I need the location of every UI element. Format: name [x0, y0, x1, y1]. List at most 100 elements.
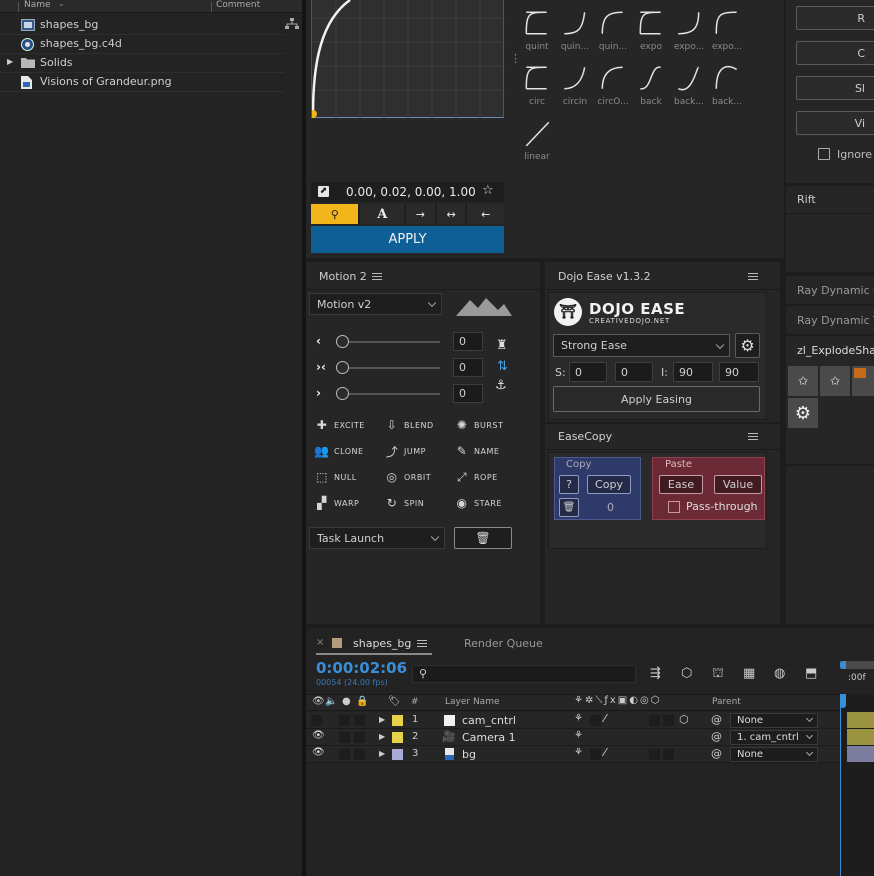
graph-editor-icon[interactable]: ⬒ — [805, 666, 817, 681]
slider-value-field[interactable]: 0 — [453, 358, 483, 377]
layer-row[interactable]: 👁 ▶ 3 bg ⚘ ⁄ @ None — [306, 746, 840, 763]
easing-preset[interactable]: expo — [634, 6, 668, 58]
script-button-3[interactable]: Sl — [796, 76, 874, 100]
col-parent[interactable]: Parent — [712, 697, 741, 707]
label-tag-icon[interactable]: 🏷 — [388, 696, 401, 707]
project-item[interactable]: Visions of Grandeur.png — [0, 73, 285, 92]
tool-rope-button[interactable]: ⤢ ROPE — [455, 470, 498, 484]
trash-button[interactable]: 🗑 — [454, 527, 512, 549]
close-tab-icon[interactable]: × — [316, 637, 324, 648]
expand-icon[interactable]: ⬈ — [318, 186, 329, 197]
switch-box[interactable] — [663, 749, 674, 760]
explode-button-3[interactable] — [852, 366, 874, 396]
clear-button[interactable]: 🗑 — [559, 498, 579, 517]
slider-track[interactable] — [336, 393, 440, 395]
slider-thumb[interactable] — [336, 335, 349, 348]
layer-row[interactable]: 👁 ▶ 2 🎥 Camera 1 ⚘ @1. cam_cntrl — [306, 729, 840, 746]
visibility-toggle[interactable] — [311, 715, 322, 726]
project-item[interactable]: shapes_bg.c4d — [0, 35, 285, 54]
tool-warp-button[interactable]: ▞ WARP — [315, 496, 359, 510]
slider-track[interactable] — [336, 367, 440, 369]
switch-box[interactable] — [649, 715, 660, 726]
panel-menu-icon[interactable] — [748, 273, 758, 280]
tool-stare-button[interactable]: ◉ STARE — [455, 496, 502, 510]
easing-preset[interactable]: back — [634, 61, 668, 113]
label-color[interactable] — [392, 732, 403, 743]
project-item[interactable]: ▶ Solids — [0, 54, 285, 73]
frame-blending-icon[interactable]: ▦ — [743, 666, 755, 681]
easing-preset[interactable]: quin... — [596, 6, 630, 58]
pickwhip-icon[interactable]: @ — [711, 713, 722, 726]
text-tool-button[interactable]: A — [360, 204, 405, 224]
ignore-checkbox[interactable] — [818, 148, 830, 160]
label-color[interactable] — [392, 715, 403, 726]
arrow-left-button[interactable]: ← — [467, 204, 504, 224]
dojo-settings-button[interactable]: ⚙ — [735, 333, 760, 358]
switch-box[interactable] — [663, 715, 674, 726]
settings-button[interactable]: ⚙ — [788, 398, 818, 428]
slider-thumb[interactable] — [336, 387, 349, 400]
shy-switch-icon[interactable]: ⚘ — [574, 713, 583, 724]
project-item[interactable]: shapes_bg — [0, 16, 285, 35]
flowchart-icon[interactable] — [285, 18, 299, 30]
easing-preset[interactable]: expo... — [710, 6, 744, 58]
audio-icon[interactable]: 🔈 — [325, 696, 337, 707]
pickwhip-icon[interactable]: @ — [711, 747, 722, 760]
slider-value-field[interactable]: 0 — [453, 332, 483, 351]
lock-icon[interactable]: 🔒 — [356, 696, 368, 707]
parent-select[interactable]: None — [730, 713, 818, 728]
visibility-eye-icon[interactable]: 👁 — [312, 730, 325, 741]
easing-preset[interactable]: linear — [520, 116, 554, 168]
script-button-1[interactable]: R — [796, 6, 874, 30]
panel-menu-icon[interactable] — [372, 273, 382, 280]
eye-icon[interactable]: 👁 — [312, 696, 325, 707]
tab-render-queue[interactable]: Render Queue — [464, 637, 543, 650]
col-comment-header[interactable]: Comment — [216, 0, 260, 10]
slider-thumb[interactable] — [336, 361, 349, 374]
layer-name[interactable]: cam_cntrl — [462, 714, 516, 727]
tab-menu-icon[interactable] — [417, 640, 427, 647]
tool-jump-button[interactable]: ⤴ JUMP — [385, 444, 426, 459]
ease-type-select[interactable]: Strong Ease — [553, 334, 730, 357]
slider-track[interactable] — [336, 341, 440, 343]
flow-apply-button[interactable]: APPLY — [311, 226, 504, 253]
ray-dynamic-text-title[interactable]: Ray Dynamic Te — [797, 314, 874, 327]
explode-button-2[interactable]: ✩ — [820, 366, 850, 396]
tool-orbit-button[interactable]: ◎ ORBIT — [385, 470, 431, 484]
lock-toggle[interactable] — [354, 715, 365, 726]
track-bar-3[interactable] — [847, 746, 874, 762]
tool-null-button[interactable]: ⬚ NULL — [315, 470, 357, 484]
track-bar-2[interactable] — [847, 729, 874, 745]
solo-toggle[interactable] — [339, 749, 350, 760]
easing-preset[interactable]: quin... — [558, 6, 592, 58]
visibility-eye-icon[interactable]: 👁 — [312, 747, 325, 758]
tool-clone-button[interactable]: 👥 CLONE — [314, 444, 364, 458]
comp-flowchart-icon[interactable]: ⇶ — [650, 666, 661, 681]
arrow-both-button[interactable]: ↔ — [436, 204, 466, 224]
copy-button[interactable]: Copy — [587, 475, 631, 494]
s-field-2[interactable]: 0 — [615, 362, 653, 382]
s-field-1[interactable]: 0 — [569, 362, 607, 382]
easing-preset[interactable]: back... — [710, 61, 744, 113]
expand-triangle-icon[interactable]: ▶ — [379, 715, 385, 724]
easing-preset[interactable]: circO... — [596, 61, 630, 113]
shy-switch-icon[interactable]: ⚘ — [574, 730, 583, 741]
paste-value-button[interactable]: Value — [714, 475, 762, 494]
arrow-right-button[interactable]: → — [406, 204, 435, 224]
work-area-start[interactable] — [840, 661, 846, 669]
script-button-2[interactable]: C — [796, 41, 874, 65]
bezier-value[interactable]: 0.00, 0.02, 0.00, 1.00 — [346, 185, 476, 199]
expand-triangle-icon[interactable]: ▶ — [379, 732, 385, 741]
tab-shapes-bg[interactable]: shapes_bg — [353, 637, 411, 650]
layer-name[interactable]: Camera 1 — [462, 731, 516, 744]
draft-3d-icon[interactable]: ⬡ — [681, 666, 692, 681]
tool-excite-button[interactable]: ✚ EXCITE — [315, 418, 365, 432]
help-button[interactable]: ? — [559, 475, 579, 494]
task-launch-select[interactable]: Task Launch — [309, 527, 445, 549]
pass-through-checkbox[interactable] — [668, 501, 680, 513]
apply-easing-button[interactable]: Apply Easing — [553, 386, 760, 412]
quality-switch[interactable] — [590, 749, 601, 760]
easing-preset[interactable]: back... — [672, 61, 706, 113]
lock-toggle[interactable] — [354, 732, 365, 743]
label-color[interactable] — [392, 749, 403, 760]
